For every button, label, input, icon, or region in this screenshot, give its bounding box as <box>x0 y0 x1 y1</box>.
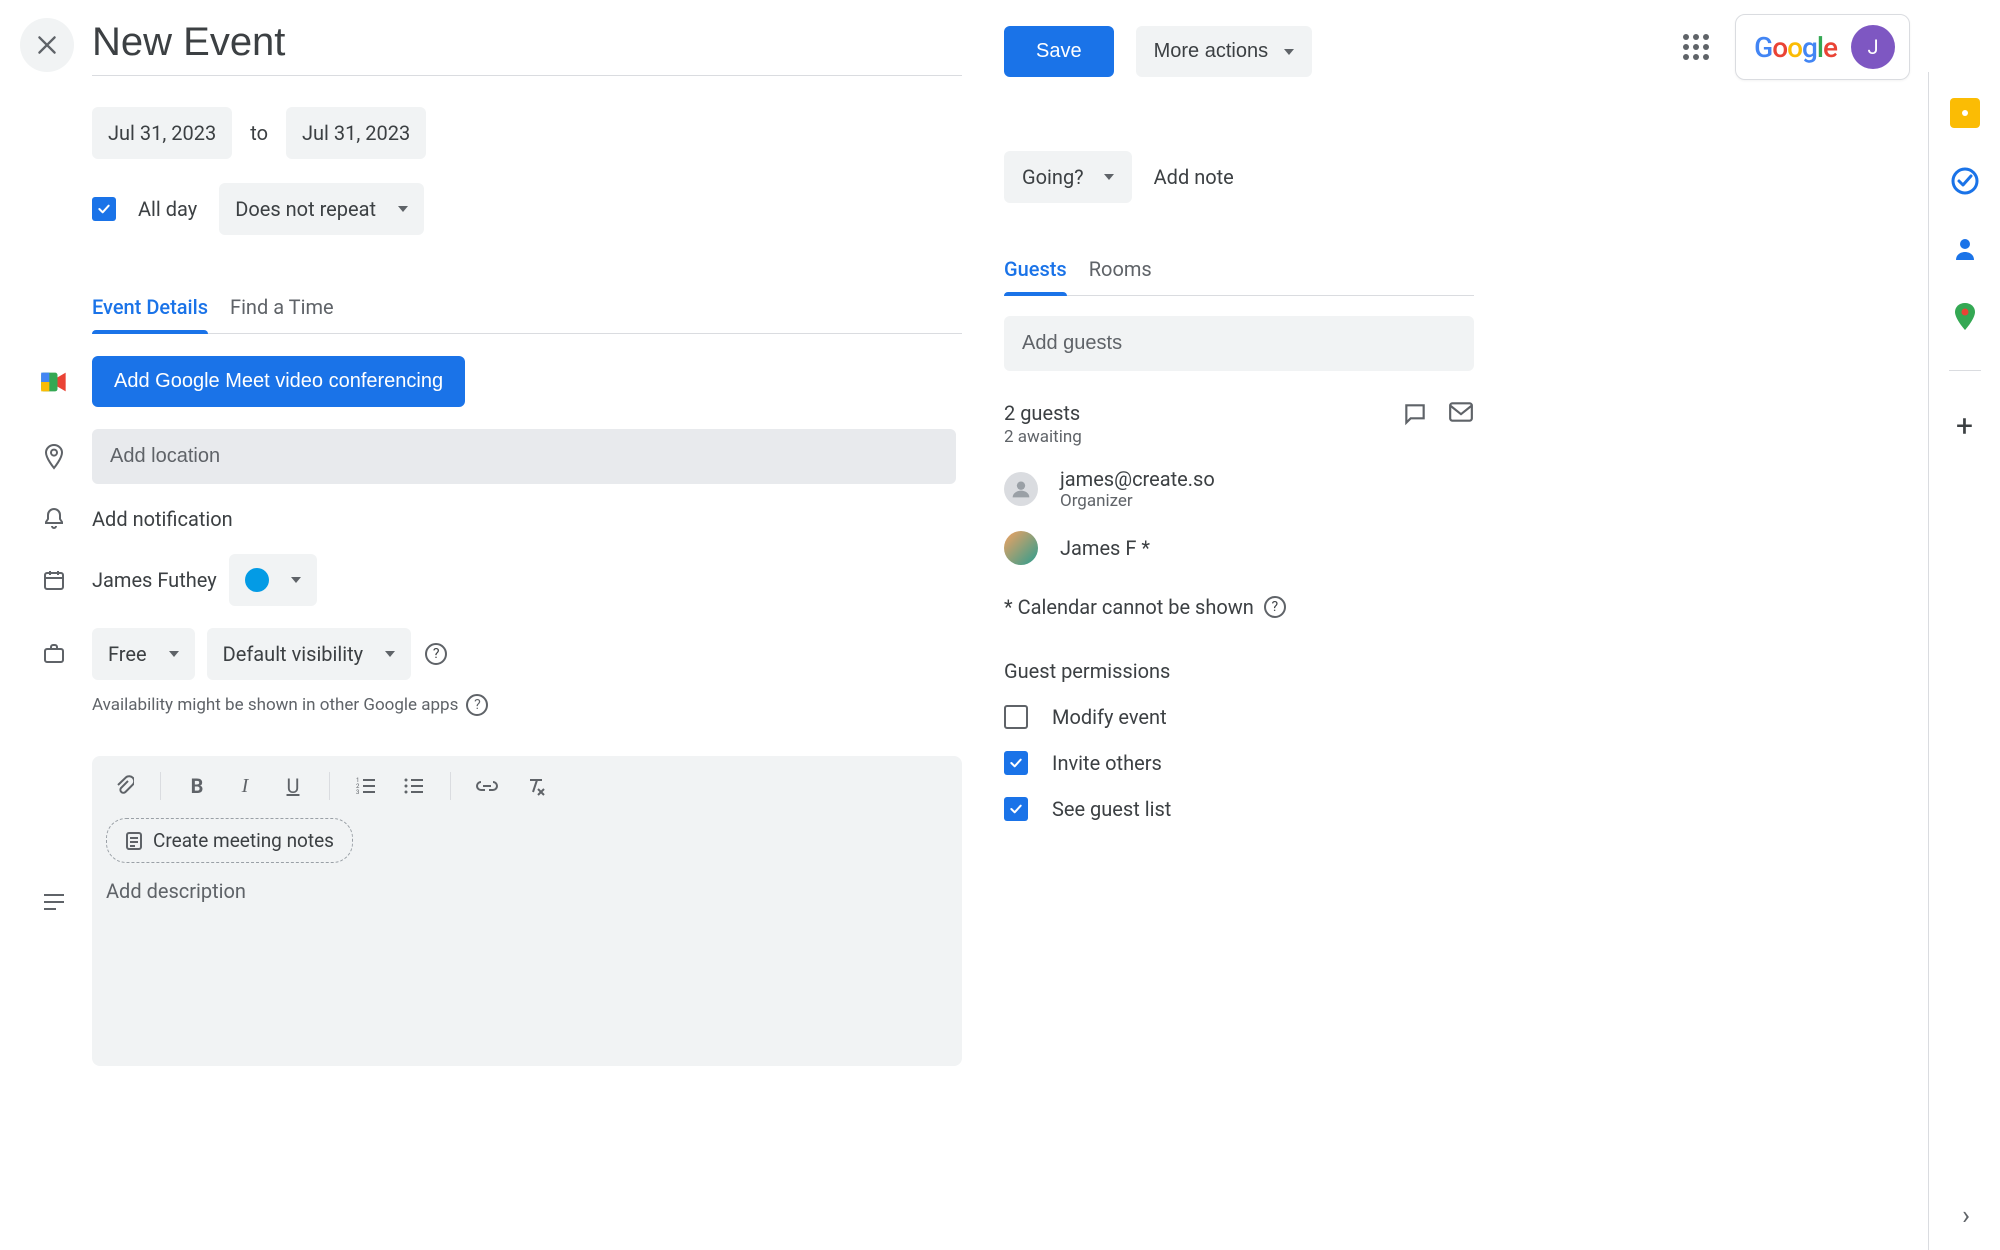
rsvp-label: Going? <box>1022 165 1084 189</box>
side-panel-toggle[interactable]: › <box>1946 1196 1986 1236</box>
location-icon <box>32 443 76 471</box>
tab-event-details[interactable]: Event Details <box>92 281 208 333</box>
google-logo: Google <box>1754 31 1837 64</box>
chevron-down-icon <box>1284 49 1294 55</box>
guest-avatar <box>1004 531 1038 565</box>
clear-formatting-button[interactable] <box>517 768 553 804</box>
get-addons-button[interactable]: + <box>1956 409 1973 444</box>
google-account-badge[interactable]: Google J <box>1735 14 1910 80</box>
invite-others-checkbox[interactable] <box>1004 751 1028 775</box>
help-icon[interactable]: ? <box>425 643 447 665</box>
all-day-checkbox[interactable] <box>92 197 116 221</box>
help-icon[interactable]: ? <box>1264 596 1286 618</box>
add-notification-button[interactable]: Add notification <box>92 507 233 531</box>
svg-text:3: 3 <box>356 789 359 795</box>
toolbar-divider <box>160 772 161 800</box>
event-title-input[interactable] <box>92 20 962 76</box>
guest-name: james@create.so <box>1060 467 1215 491</box>
see-guest-list-label: See guest list <box>1052 797 1171 821</box>
guest-count-label: 2 guests <box>1004 401 1082 425</box>
close-button[interactable] <box>20 18 74 72</box>
tab-rooms[interactable]: Rooms <box>1089 243 1152 295</box>
visibility-select[interactable]: Default visibility <box>207 628 412 680</box>
modify-event-checkbox[interactable] <box>1004 705 1028 729</box>
close-icon <box>34 32 60 58</box>
check-icon <box>1008 755 1024 771</box>
chevron-down-icon <box>398 206 408 212</box>
toolbar-divider <box>450 772 451 800</box>
chevron-down-icon <box>169 651 179 657</box>
underline-button[interactable]: U <box>275 768 311 804</box>
link-button[interactable] <box>469 768 505 804</box>
tab-guests[interactable]: Guests <box>1004 243 1067 295</box>
tab-find-a-time[interactable]: Find a Time <box>230 281 334 333</box>
add-meet-button[interactable]: Add Google Meet video conferencing <box>92 356 465 407</box>
document-icon <box>125 831 143 851</box>
see-guest-list-checkbox[interactable] <box>1004 797 1028 821</box>
availability-hint: Availability might be shown in other Goo… <box>92 695 458 715</box>
calendar-owner-label: James Futhey <box>92 568 217 592</box>
to-label: to <box>250 121 268 145</box>
numbered-list-button[interactable]: 123 <box>348 768 384 804</box>
bullet-list-button[interactable] <box>396 768 432 804</box>
start-date-chip[interactable]: Jul 31, 2023 <box>92 107 232 159</box>
maps-icon[interactable] <box>1950 302 1980 332</box>
attach-file-button[interactable] <box>106 768 142 804</box>
guest-awaiting-label: 2 awaiting <box>1004 427 1082 447</box>
modify-event-label: Modify event <box>1052 705 1167 729</box>
guest-row[interactable]: james@create.so Organizer <box>1004 467 1474 511</box>
check-icon <box>96 201 112 217</box>
location-input[interactable] <box>92 429 956 484</box>
guest-permissions-title: Guest permissions <box>1004 659 1474 683</box>
all-day-label: All day <box>138 197 197 221</box>
italic-button[interactable]: I <box>227 768 263 804</box>
calendar-color-dot <box>245 568 269 592</box>
create-notes-label: Create meeting notes <box>153 829 334 852</box>
keep-icon[interactable] <box>1950 98 1980 128</box>
availability-select[interactable]: Free <box>92 628 195 680</box>
google-apps-icon[interactable] <box>1683 34 1709 60</box>
end-date-chip[interactable]: Jul 31, 2023 <box>286 107 426 159</box>
description-icon <box>32 893 76 911</box>
toolbar-divider <box>329 772 330 800</box>
chat-icon[interactable] <box>1402 401 1428 431</box>
guest-name: James F * <box>1060 536 1150 560</box>
visibility-label: Default visibility <box>223 642 364 666</box>
rsvp-select[interactable]: Going? <box>1004 151 1132 203</box>
check-icon <box>1008 801 1024 817</box>
guest-avatar <box>1004 472 1038 506</box>
tasks-icon[interactable] <box>1950 166 1980 196</box>
contacts-icon[interactable] <box>1950 234 1980 264</box>
bold-button[interactable]: B <box>179 768 215 804</box>
chevron-down-icon <box>291 577 301 583</box>
notification-icon <box>32 506 76 532</box>
avatar[interactable]: J <box>1851 25 1895 69</box>
help-icon[interactable]: ? <box>466 694 488 716</box>
briefcase-icon <box>32 643 76 665</box>
repeat-select[interactable]: Does not repeat <box>219 183 424 235</box>
email-icon[interactable] <box>1448 401 1474 431</box>
chevron-down-icon <box>1104 174 1114 180</box>
side-panel-divider <box>1949 370 1981 371</box>
meet-icon <box>32 370 76 394</box>
calendar-icon <box>32 568 76 592</box>
add-guests-input[interactable] <box>1004 316 1474 371</box>
availability-label: Free <box>108 642 147 666</box>
invite-others-label: Invite others <box>1052 751 1162 775</box>
description-placeholder[interactable]: Add description <box>106 879 948 903</box>
more-actions-label: More actions <box>1154 40 1269 63</box>
more-actions-button[interactable]: More actions <box>1136 26 1313 77</box>
chevron-down-icon <box>385 651 395 657</box>
add-note-button[interactable]: Add note <box>1154 165 1234 189</box>
create-meeting-notes-button[interactable]: Create meeting notes <box>106 818 353 863</box>
calendar-cannot-show-label: * Calendar cannot be shown <box>1004 595 1254 619</box>
repeat-label: Does not repeat <box>235 197 376 221</box>
guest-row[interactable]: James F * <box>1004 531 1474 565</box>
guest-sub: Organizer <box>1060 491 1215 511</box>
save-button[interactable]: Save <box>1004 26 1114 77</box>
calendar-color-select[interactable] <box>229 554 317 606</box>
